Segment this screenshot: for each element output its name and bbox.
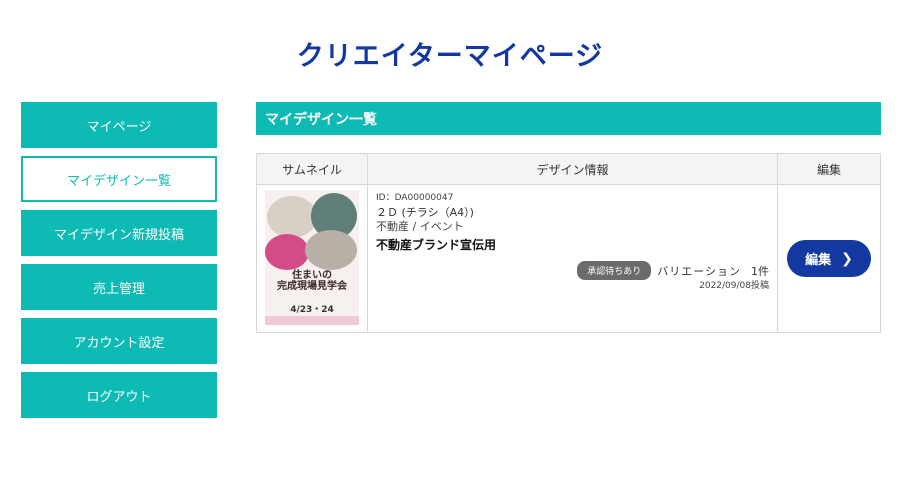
sidebar-item-my-designs[interactable]: マイデザイン一覧 xyxy=(21,156,217,202)
thumbnail-date: 4/23・24 xyxy=(290,305,334,315)
section-title: マイデザイン一覧 xyxy=(256,102,881,135)
design-info-cell: ID：DA00000047 ２Ｄ (チラシ（A4）) 不動産 / イベント 不動… xyxy=(367,184,778,333)
thumbnail-title: 住まいの 完成現場見学会 xyxy=(265,270,359,292)
sidebar: マイページ マイデザイン一覧 マイデザイン新規投稿 売上管理 アカウント設定 ロ… xyxy=(21,102,217,426)
design-type: ２Ｄ (チラシ（A4）) xyxy=(376,206,474,219)
edit-button-label: 編集 xyxy=(805,253,832,268)
chevron-right-icon: ❯ xyxy=(841,250,853,267)
column-header-design-info: デザイン情報 xyxy=(367,153,778,185)
design-id: ID：DA00000047 xyxy=(376,193,454,203)
column-header-thumbnail: サムネイル xyxy=(256,153,368,185)
variation-label: バリエーション xyxy=(657,264,741,278)
sidebar-item-mypage[interactable]: マイページ xyxy=(21,102,217,148)
status-badge: 承認待ちあり xyxy=(577,261,652,280)
sidebar-item-sales[interactable]: 売上管理 xyxy=(21,264,217,310)
thumbnail-footer xyxy=(265,316,359,325)
column-header-edit: 編集 xyxy=(777,153,881,185)
thumbnail-title-line2: 完成現場見学会 xyxy=(277,281,347,292)
thumbnail-cell: 住まいの 完成現場見学会 4/23・24 xyxy=(256,184,368,333)
sidebar-item-logout[interactable]: ログアウト xyxy=(21,372,217,418)
thumbnail-photo xyxy=(305,230,357,270)
design-thumbnail[interactable]: 住まいの 完成現場見学会 4/23・24 xyxy=(265,190,359,325)
edit-button[interactable]: 編集 ❯ xyxy=(787,240,871,277)
design-table: サムネイル デザイン情報 編集 住まいの 完成現場見学会 4/23・24 ID：… xyxy=(256,153,881,333)
thumbnail-title-line1: 住まいの xyxy=(292,270,332,281)
thumbnail-photo xyxy=(265,234,309,270)
variation-count: 1件 xyxy=(751,264,769,278)
design-name: 不動産ブランド宣伝用 xyxy=(376,238,497,252)
design-category: 不動産 / イベント xyxy=(376,220,464,233)
edit-cell: 編集 ❯ xyxy=(777,184,881,333)
page-title: クリエイターマイページ xyxy=(296,41,604,72)
posted-date: 2022/09/08投稿 xyxy=(699,281,769,291)
table-header-row: サムネイル デザイン情報 編集 xyxy=(256,153,881,185)
sidebar-item-account-settings[interactable]: アカウント設定 xyxy=(21,318,217,364)
table-row: 住まいの 完成現場見学会 4/23・24 ID：DA00000047 ２Ｄ (チ… xyxy=(256,184,881,333)
sidebar-item-new-design[interactable]: マイデザイン新規投稿 xyxy=(21,210,217,256)
main-content: マイデザイン一覧 サムネイル デザイン情報 編集 住まいの 完成現場見学会 4/… xyxy=(256,102,881,333)
thumbnail-photo xyxy=(267,196,317,238)
